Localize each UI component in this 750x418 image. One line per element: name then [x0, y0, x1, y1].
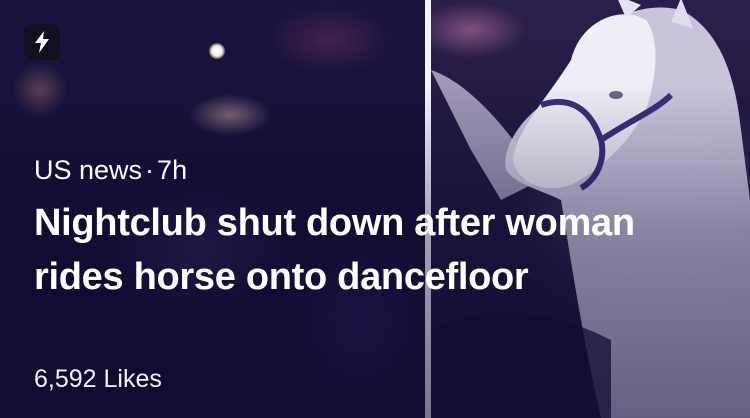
story-meta: US news · 7h [34, 153, 187, 187]
source-badge[interactable] [24, 24, 60, 60]
likes-count: 6,592 Likes [34, 365, 162, 393]
lightning-bolt-icon [35, 31, 49, 53]
story-category[interactable]: US news [34, 155, 142, 185]
story-age: 7h [157, 155, 188, 185]
news-story-card[interactable]: US news · 7h Nightclub shut down after wom… [0, 0, 750, 418]
meta-separator: · [145, 155, 155, 185]
story-headline[interactable]: Nightclub shut down after woman rides ho… [34, 196, 684, 304]
